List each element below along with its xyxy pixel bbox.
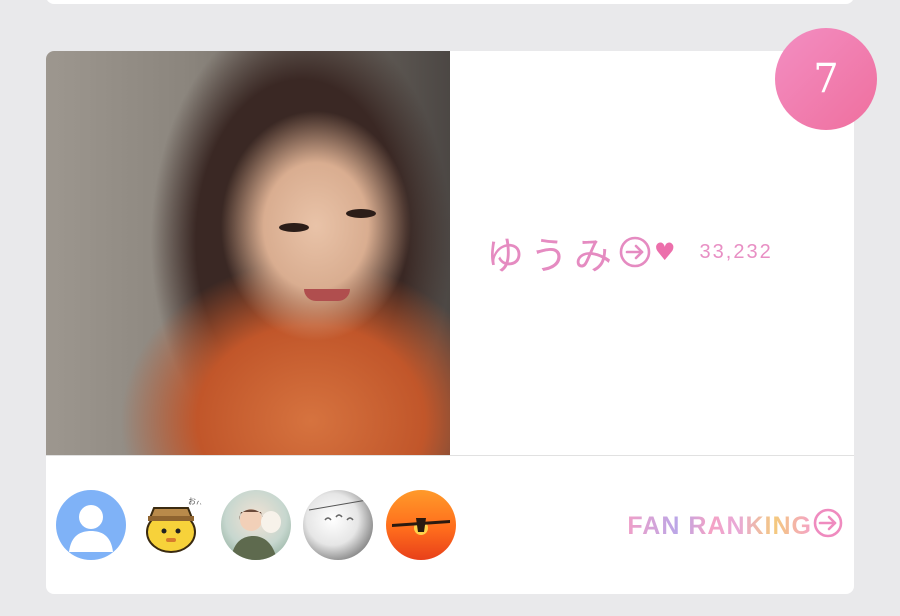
- photo-eye-left: [279, 223, 309, 232]
- name-row[interactable]: ゆうみ ♥ 33,232: [486, 229, 773, 278]
- girl-photo-avatar[interactable]: [221, 490, 291, 560]
- sketch-photo-avatar[interactable]: [303, 490, 373, 560]
- heart-icon: ♥: [654, 238, 676, 266]
- performer-name[interactable]: ゆうみ: [486, 225, 618, 280]
- fan-ranking-label[interactable]: FAN RANKING: [627, 512, 812, 541]
- photo-mouth: [304, 289, 350, 301]
- rank-badge: 7: [775, 28, 877, 130]
- circle-arrow-right-icon[interactable]: [618, 235, 652, 269]
- default-user-avatar[interactable]: [56, 490, 126, 560]
- circle-arrow-right-icon[interactable]: [812, 507, 844, 546]
- fan-ranking-link[interactable]: FAN RANKING: [627, 508, 844, 544]
- yellow-mascot-avatar[interactable]: おん: [138, 490, 208, 560]
- likes-count: 33,232: [699, 240, 773, 263]
- fan-list: おん FAN RANKING: [46, 456, 854, 594]
- sunset-airplane-avatar[interactable]: [386, 490, 456, 560]
- previous-card-edge: [46, 0, 854, 4]
- photo-eye-right: [346, 209, 376, 218]
- profile-photo[interactable]: [46, 51, 450, 455]
- svg-text:おん: おん: [188, 497, 204, 506]
- ranking-card[interactable]: ゆうみ ♥ 33,232 おん FAN RANKING: [46, 51, 854, 594]
